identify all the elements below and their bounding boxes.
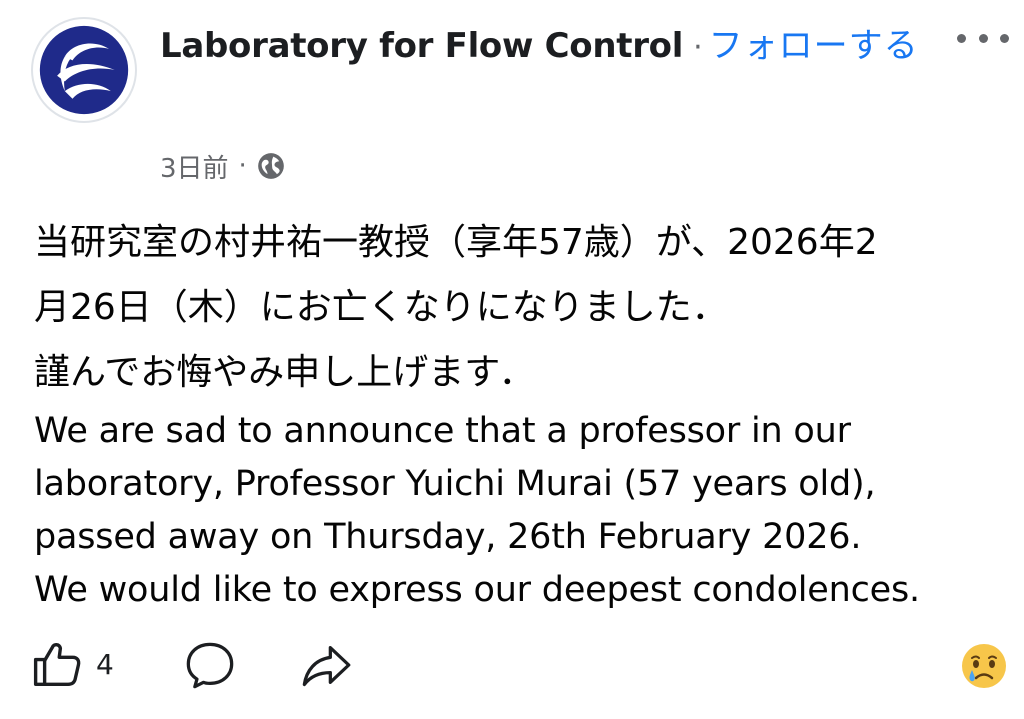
post-actions-bar: 4 <box>30 636 1010 696</box>
more-dot-icon <box>978 33 988 43</box>
post-timestamp[interactable]: 3日前 <box>160 148 229 185</box>
post-meta: 3日前 · <box>160 146 285 186</box>
facebook-post: Laboratory for Flow Control · フォローする 3日前 ·… <box>0 0 1024 719</box>
like-button[interactable]: 4 <box>30 636 114 692</box>
post-text-jp-line: 月26日（木）にお亡くなりになりました． <box>34 287 728 328</box>
comment-icon[interactable] <box>182 639 238 691</box>
post-body: 当研究室の村井祐一教授（享年57歳）が、2026年2 月26日（木）にお亡くなり… <box>34 210 1009 617</box>
post-text-en-line: passed away on Thursday, 26th February 2… <box>34 517 862 557</box>
like-count: 4 <box>96 647 114 681</box>
follow-button[interactable]: フォローする <box>709 26 919 66</box>
more-dot-icon <box>957 33 966 43</box>
page-name-link[interactable]: Laboratory for Flow Control <box>160 26 683 66</box>
post-text-en-line: laboratory, Professor Yuichi Murai (57 y… <box>34 464 876 504</box>
sad-face-emoji <box>962 644 1006 688</box>
page-avatar[interactable] <box>31 17 137 123</box>
lab-logo-icon <box>39 25 129 115</box>
meta-separator: · <box>238 151 247 181</box>
post-text-en-line: We are sad to announce that a professor … <box>34 411 851 451</box>
globe-icon <box>257 153 284 179</box>
post-text-jp-line: 謹んでお悔やみ申し上げます． <box>34 352 535 393</box>
like-icon <box>33 643 81 686</box>
more-dot-icon <box>1000 33 1009 43</box>
more-options-button[interactable] <box>953 20 1013 56</box>
header-separator: · <box>693 30 703 65</box>
post-text-en-line: We would like to express our deepest con… <box>34 570 920 610</box>
post-text-jp-line: 当研究室の村井祐一教授（享年57歳）が、2026年2 <box>34 222 878 263</box>
share-icon[interactable] <box>298 639 354 691</box>
post-header: Laboratory for Flow Control · フォローする <box>160 14 950 80</box>
